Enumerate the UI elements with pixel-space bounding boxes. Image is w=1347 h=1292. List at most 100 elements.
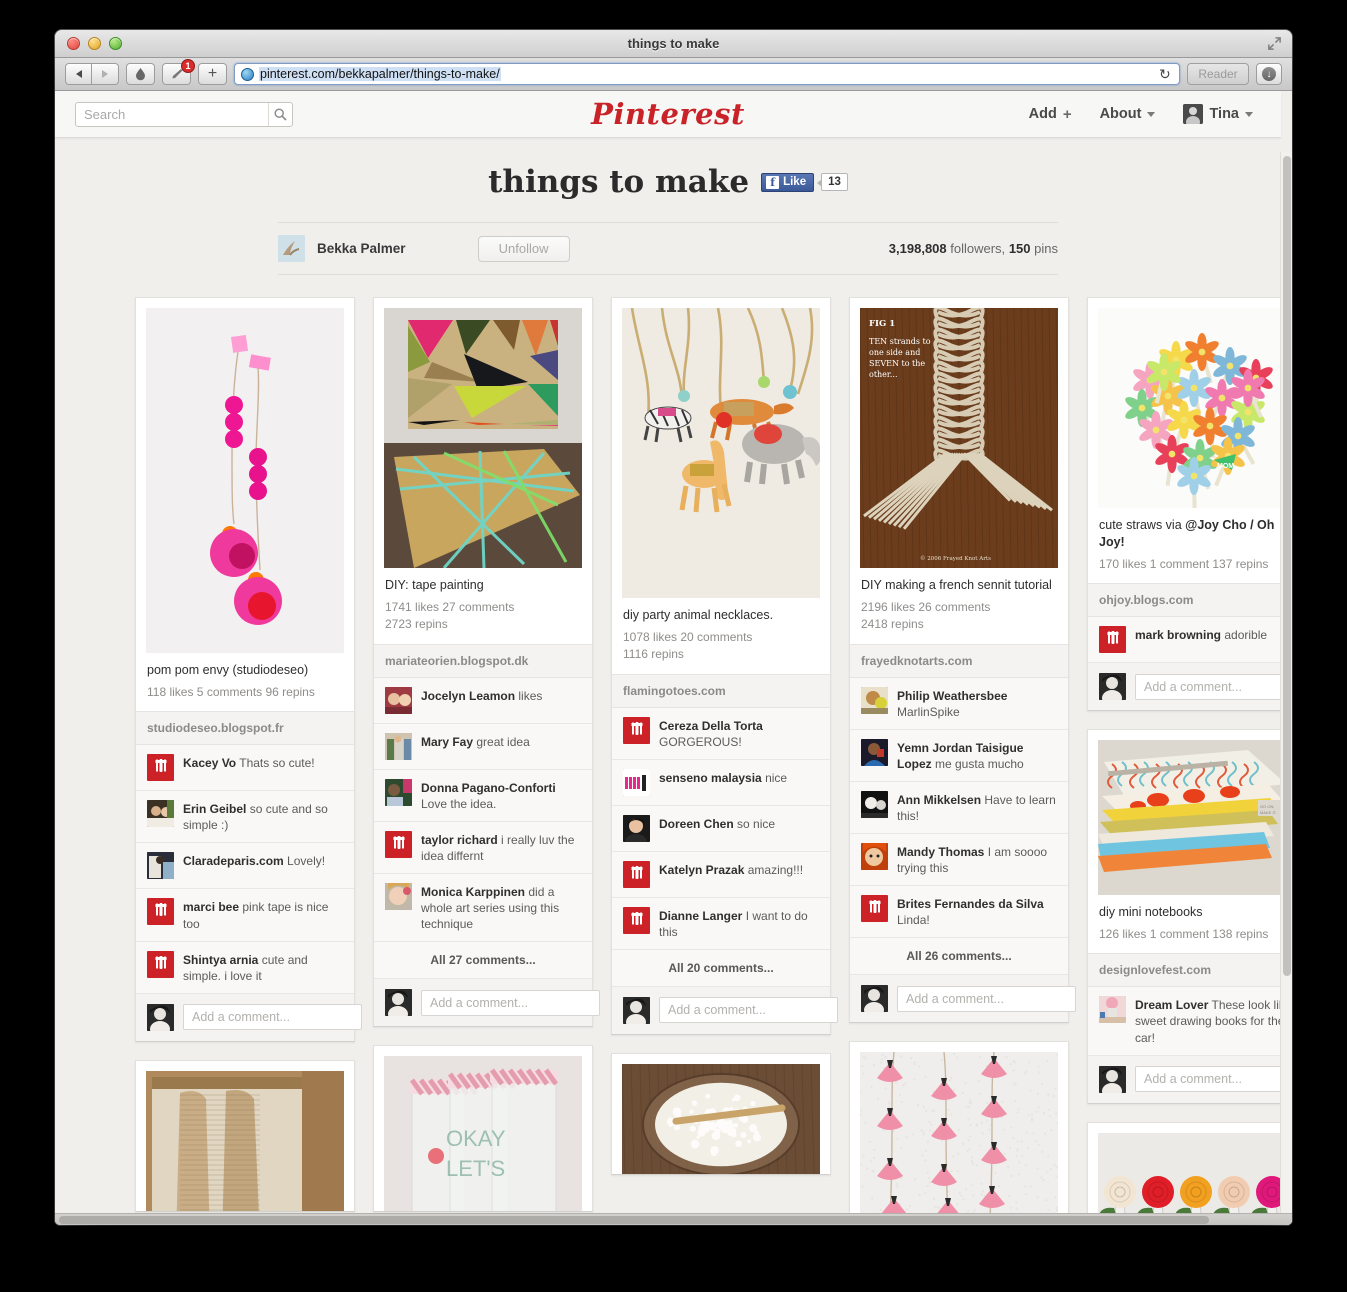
horizontal-scrollbar[interactable] <box>55 1213 1292 1225</box>
pin-counts: 1741 likes 27 comments 2723 repins <box>385 599 581 634</box>
vertical-scroll-thumb[interactable] <box>1283 156 1291 976</box>
add-comment-input[interactable] <box>1135 674 1292 700</box>
add-comment-input[interactable] <box>659 997 838 1023</box>
pinterest-logo[interactable]: Pinterest <box>591 97 745 131</box>
pin-card[interactable]: MOM cute straws via @Joy Cho / Oh Joy! 1… <box>1087 297 1292 711</box>
pin-image[interactable] <box>1098 1133 1292 1225</box>
add-comment-input[interactable] <box>421 990 600 1016</box>
new-tab-button[interactable]: + <box>198 63 227 85</box>
minimize-window-button[interactable] <box>88 37 101 50</box>
pin-source-link[interactable]: flamingotoes.com <box>612 674 830 708</box>
pin-card[interactable]: diy party animal necklaces. 1078 likes 2… <box>611 297 831 1035</box>
unfollow-button[interactable]: Unfollow <box>478 236 570 262</box>
pin-source-link[interactable]: mariateorien.blogspot.dk <box>374 644 592 678</box>
owner-name[interactable]: Bekka Palmer <box>317 241 406 256</box>
pin-card[interactable]: FIG 1 TEN strands to one side and SEVEN … <box>849 297 1069 1023</box>
web-page: Pinterest Add + About Tina <box>55 91 1292 1225</box>
pin-title[interactable]: DIY making a french sennit tutorial <box>861 577 1057 594</box>
pin-image[interactable] <box>146 308 344 653</box>
current-user-avatar <box>623 997 650 1024</box>
globe-icon <box>241 68 254 81</box>
svg-text:© 2006 Frayed Knot Arts: © 2006 Frayed Knot Arts <box>920 555 991 562</box>
fullscreen-icon[interactable] <box>1267 36 1282 51</box>
user-menu[interactable]: Tina <box>1183 104 1253 124</box>
comment-row: Mandy Thomas I am soooo trying this <box>850 834 1068 886</box>
add-menu[interactable]: Add + <box>1029 106 1072 123</box>
commenter-avatar <box>385 883 412 910</box>
pin-title[interactable]: cute straws via @Joy Cho / Oh Joy! <box>1099 517 1292 551</box>
comment-row: Brites Fernandes da Silva Linda! <box>850 886 1068 938</box>
pin-card[interactable] <box>135 1060 355 1212</box>
reader-button[interactable]: Reader <box>1187 63 1249 85</box>
pin-card[interactable] <box>611 1053 831 1175</box>
pin-title[interactable]: diy mini notebooks <box>1099 904 1292 921</box>
pin-title[interactable]: pom pom envy (studiodeseo) <box>147 662 343 679</box>
add-comment-input[interactable] <box>183 1004 362 1030</box>
pin-counts: 118 likes 5 comments 96 repins <box>147 684 343 701</box>
title-bar: things to make <box>55 30 1292 58</box>
address-bar[interactable]: pinterest.com/bekkapalmer/things-to-make… <box>234 63 1180 85</box>
bookmark-badge: 1 <box>181 59 195 73</box>
svg-text:TEN strands to: TEN strands to <box>869 337 931 346</box>
reload-icon[interactable]: ↻ <box>1159 67 1173 81</box>
plus-icon: + <box>1063 106 1072 123</box>
pin-image[interactable]: OKAY LET'S <box>384 1056 582 1211</box>
facebook-like-button[interactable]: f Like <box>761 173 814 192</box>
pin-card[interactable]: pom pom envy (studiodeseo) 118 likes 5 c… <box>135 297 355 1042</box>
pin-image[interactable]: MOM <box>1098 308 1292 508</box>
url-text: pinterest.com/bekkapalmer/things-to-make… <box>259 67 501 81</box>
pin-source-link[interactable]: designlovefest.com <box>1088 953 1292 987</box>
comment-text: Mandy Thomas I am soooo trying this <box>897 843 1057 876</box>
pin-title[interactable]: diy party animal necklaces. <box>623 607 819 624</box>
pin-image[interactable] <box>622 308 820 598</box>
comment-text: Shintya arnia cute and simple. i love it <box>183 951 343 984</box>
bookmark-button[interactable]: 1 <box>162 63 191 85</box>
header-nav: Add + About Tina <box>1029 104 1261 124</box>
pinterest-avatar-icon <box>147 754 174 781</box>
comment-row: taylor richard i really luv the idea dif… <box>374 822 592 874</box>
forward-button[interactable] <box>92 63 119 85</box>
about-menu[interactable]: About <box>1100 106 1156 122</box>
pin-source-link[interactable]: frayedknotarts.com <box>850 644 1068 678</box>
comment-row: Monica Karppinen did a whole art series … <box>374 874 592 942</box>
comment-text: Erin Geibel so cute and so simple :) <box>183 800 343 833</box>
all-comments-link[interactable]: All 27 comments... <box>374 942 592 979</box>
downloads-button[interactable]: ↓ <box>1256 63 1282 85</box>
add-comment-row <box>1088 663 1292 710</box>
pin-card[interactable] <box>849 1041 1069 1218</box>
search-box[interactable] <box>75 102 293 127</box>
horizontal-scroll-thumb[interactable] <box>59 1216 1209 1224</box>
pin-image[interactable] <box>622 1064 820 1174</box>
pin-source-link[interactable]: ohjoy.blogs.com <box>1088 583 1292 617</box>
commenter-avatar <box>1099 996 1126 1023</box>
add-comment-input[interactable] <box>897 986 1076 1012</box>
pin-image[interactable] <box>146 1071 344 1211</box>
pin-image[interactable] <box>384 308 582 568</box>
pin-card[interactable]: OKAY LET'S <box>373 1045 593 1212</box>
svg-text:one side and: one side and <box>869 348 920 357</box>
pin-image[interactable] <box>860 1052 1058 1217</box>
back-button[interactable] <box>65 63 92 85</box>
all-comments-link[interactable]: All 26 comments... <box>850 938 1068 975</box>
pin-card[interactable]: DIY: tape painting 1741 likes 27 comment… <box>373 297 593 1027</box>
pin-image[interactable]: FIG 1 TEN strands to one side and SEVEN … <box>860 308 1058 568</box>
pin-card[interactable] <box>1087 1122 1292 1225</box>
pin-source-link[interactable]: studiodeseo.blogspot.fr <box>136 711 354 745</box>
pin-image[interactable]: GO ON, MAKE IT. <box>1098 740 1292 895</box>
search-icon[interactable] <box>268 103 292 126</box>
board-owner-row: Bekka Palmer Unfollow 3,198,808 follower… <box>278 222 1058 275</box>
pin-card[interactable]: GO ON, MAKE IT. diy mini notebooks 126 l… <box>1087 729 1292 1104</box>
search-input[interactable] <box>76 103 268 126</box>
maximize-window-button[interactable] <box>109 37 122 50</box>
comment-text: Yemn Jordan Taisigue Lopez me gusta much… <box>897 739 1057 772</box>
sidebar-toggle-button[interactable] <box>126 63 155 85</box>
pin-meta: DIY making a french sennit tutorial 2196… <box>860 568 1058 644</box>
vertical-scrollbar[interactable] <box>1280 152 1292 1213</box>
add-comment-input[interactable] <box>1135 1066 1292 1092</box>
owner-avatar[interactable] <box>278 235 305 262</box>
comment-text: Ann Mikkelsen Have to learn this! <box>897 791 1057 824</box>
pin-title[interactable]: DIY: tape painting <box>385 577 581 594</box>
all-comments-link[interactable]: All 20 comments... <box>612 950 830 987</box>
close-window-button[interactable] <box>67 37 80 50</box>
comment-row: Donna Pagano-Conforti Love the idea. <box>374 770 592 822</box>
